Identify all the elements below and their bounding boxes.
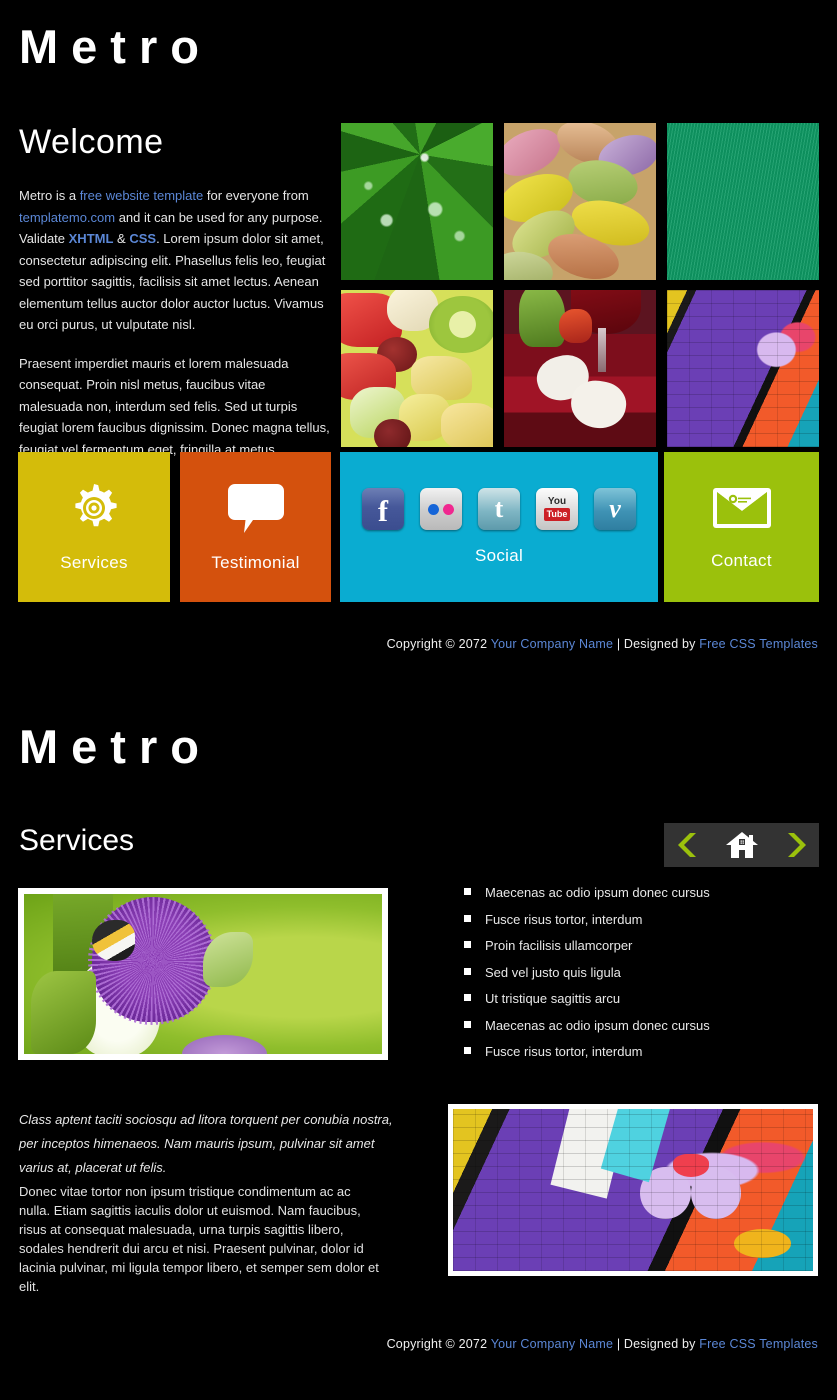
service-main-photo[interactable]	[18, 888, 388, 1060]
site-logo[interactable]: Metro	[19, 723, 212, 770]
footer-separator: | Designed by	[613, 637, 700, 651]
home-icon[interactable]	[725, 830, 759, 860]
flickr-icon[interactable]	[420, 488, 462, 530]
list-item[interactable]: Maecenas ac odio ipsum donec cursus	[457, 884, 817, 901]
footer-services: Copyright © 2072 Your Company Name | Des…	[387, 1337, 818, 1351]
gallery-photo-green-leaf[interactable]	[341, 123, 493, 280]
prev-arrow-icon[interactable]	[676, 831, 702, 859]
flickr-dot-blue	[428, 503, 439, 515]
tile-social[interactable]: f t You Tube v Social	[340, 452, 658, 602]
tile-label: Testimonial	[211, 552, 300, 572]
list-item[interactable]: Proin facilisis ullamcorper	[457, 937, 817, 954]
list-item[interactable]: Sed vel justo quis ligula	[457, 964, 817, 981]
home-section: Metro Welcome Metro is a free website te…	[0, 0, 837, 700]
xhtml-link[interactable]: XHTML	[69, 231, 114, 246]
gallery-photo-fruit-salad[interactable]	[341, 290, 493, 447]
gallery-photo-graffiti[interactable]	[667, 290, 819, 447]
bullet-icon	[464, 941, 471, 948]
flickr-dot-pink	[443, 503, 454, 515]
services-section: Metro Services Maecenas ac odio ipsum do…	[0, 700, 837, 1400]
list-item[interactable]: Maecenas ac odio ipsum donec cursus	[457, 1017, 817, 1034]
photo-gallery	[341, 123, 819, 447]
footer-copyright: Copyright © 2072	[386, 637, 491, 651]
page-title: Services	[19, 824, 135, 857]
bullet-icon	[464, 914, 471, 922]
vimeo-icon[interactable]: v	[594, 488, 636, 530]
bullet-icon	[464, 888, 471, 895]
company-link[interactable]: Your Company Name	[491, 1337, 613, 1351]
next-arrow-icon[interactable]	[782, 831, 808, 859]
welcome-paragraph-1: Metro is a free website template for eve…	[19, 185, 331, 336]
tile-label: Social	[474, 546, 524, 565]
list-item[interactable]: Fusce risus tortor, interdum	[457, 1043, 817, 1060]
templatemo-link[interactable]: templatemo.com	[19, 210, 115, 225]
gear-icon	[68, 482, 120, 539]
tile-services[interactable]: Services	[18, 452, 170, 602]
gallery-photo-thread-spools[interactable]	[667, 123, 819, 280]
free-website-template-link[interactable]: free website template	[80, 188, 204, 203]
tile-contact[interactable]: Contact	[664, 452, 819, 602]
services-list: Maecenas ac odio ipsum donec cursus Fusc…	[457, 884, 817, 1070]
tile-testimonial[interactable]: Testimonial	[180, 452, 331, 602]
services-body-paragraph: Donec vitae tortor non ipsum tristique c…	[19, 1184, 379, 1294]
list-item[interactable]: Ut tristique sagittis arcu	[457, 990, 817, 1007]
gallery-photo-candy[interactable]	[504, 123, 656, 280]
company-link[interactable]: Your Company Name	[491, 637, 613, 651]
youtube-icon[interactable]: You Tube	[536, 488, 578, 530]
list-item[interactable]: Fusce risus tortor, interdum	[457, 911, 817, 928]
graffiti-image	[453, 1109, 813, 1271]
welcome-body: Metro is a free website template for eve…	[19, 185, 331, 477]
envelope-icon	[711, 484, 773, 537]
tile-label: Contact	[711, 550, 772, 570]
welcome-paragraph-2: Praesent imperdiet mauris et lorem males…	[19, 355, 330, 457]
footer-copyright: Copyright © 2072	[386, 1337, 491, 1351]
footer-home: Copyright © 2072 Your Company Name | Des…	[387, 637, 818, 651]
text-fragment: &	[113, 231, 130, 246]
designer-link[interactable]: Free CSS Templates	[699, 1337, 818, 1351]
bullet-icon	[464, 1047, 471, 1054]
footer-separator: | Designed by	[613, 1337, 700, 1351]
tile-label: Services	[60, 552, 128, 572]
speech-bubble-icon	[227, 482, 285, 539]
designer-link[interactable]: Free CSS Templates	[699, 637, 818, 651]
gallery-photo-wine-hearts[interactable]	[504, 290, 656, 447]
bullet-icon	[464, 994, 471, 1001]
pager-navbar	[664, 823, 819, 867]
text-fragment: Metro is a	[19, 188, 80, 203]
text-fragment: for everyone from	[203, 188, 309, 203]
services-italic-paragraph: Class aptent taciti sociosqu ad litora t…	[19, 1112, 393, 1175]
welcome-heading: Welcome	[19, 123, 164, 161]
bullet-icon	[464, 967, 471, 975]
bullet-icon	[464, 1020, 471, 1028]
social-icon-row: f t You Tube v	[362, 488, 636, 530]
site-logo[interactable]: Metro	[19, 23, 212, 70]
facebook-icon[interactable]: f	[362, 488, 404, 530]
service-secondary-photo[interactable]	[448, 1104, 818, 1276]
text-fragment: . Lorem ipsum dolor sit amet, consectetu…	[19, 231, 326, 332]
bee-on-thistle-image	[24, 894, 382, 1054]
css-link[interactable]: CSS	[129, 231, 156, 246]
twitter-icon[interactable]: t	[478, 488, 520, 530]
